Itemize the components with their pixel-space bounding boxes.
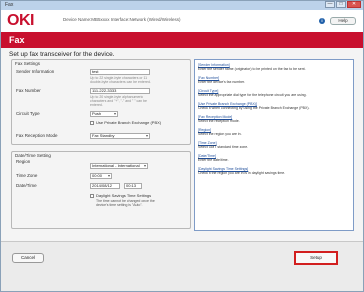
help-desc-region: Select the region you are in. — [198, 132, 242, 136]
help-item: [Fax Reception Mode] Select the receptio… — [198, 115, 352, 123]
cancel-button[interactable]: Cancel — [12, 253, 44, 263]
dst-label: Daylight Savings Time Settings — [96, 193, 152, 198]
reception-label: Fax Reception Mode — [16, 133, 58, 138]
fax-settings-legend: Fax Settings — [15, 61, 41, 66]
help-pane: [Sender Information] Enter the sender na… — [194, 59, 354, 231]
region-select[interactable]: International - International — [90, 163, 148, 169]
page-heading: Set up fax transceiver for the device. — [9, 51, 115, 58]
datetime-group: Date/Time Setting Region International -… — [11, 151, 191, 229]
window-title: Fax — [5, 2, 14, 8]
device-info: Device Name:MB5xxxx Interface:Network (W… — [63, 17, 181, 22]
brand-bar: OKI Device Name:MB5xxxx Interface:Networ… — [1, 10, 363, 32]
datetime-label: Date/Time — [16, 183, 37, 188]
region-label: Region — [16, 159, 31, 164]
help-item: [Region] Select the region you are in. — [198, 128, 352, 136]
oki-logo: OKI — [7, 12, 34, 29]
dst-note: The time cannot be changed once the devi… — [96, 199, 155, 207]
help-desc-reception: Select the reception mode. — [198, 119, 240, 123]
page-title-bar: Fax — [1, 32, 363, 48]
close-button[interactable]: ✕ — [347, 1, 361, 8]
info-icon[interactable]: i — [319, 18, 325, 24]
sender-label: Sender Information — [16, 69, 55, 74]
circuit-select[interactable]: Push — [90, 111, 118, 117]
fax-number-label: Fax Number — [16, 88, 41, 93]
settings-pane: Fax Settings Sender Information test Up … — [11, 59, 191, 231]
date-input[interactable]: 2014/08/12 — [90, 183, 120, 189]
help-desc-sender: Enter the sender name (originator) to be… — [198, 67, 306, 71]
button-bar: Cancel Setup — [1, 241, 363, 291]
fax-number-hint: Up to 20 single-byte alphanumeric charac… — [90, 95, 147, 107]
help-desc-datetime: Enter the date/time. — [198, 158, 229, 162]
title-bar: Fax — □ ✕ — [1, 1, 363, 10]
dst-checkbox[interactable] — [90, 193, 94, 198]
setup-button[interactable]: Setup — [294, 251, 338, 265]
maximize-button[interactable]: □ — [336, 1, 346, 8]
help-item: [Circuit Type] Select the appropriate di… — [198, 89, 352, 97]
sender-input[interactable]: test — [90, 69, 150, 75]
window-controls: — □ ✕ — [325, 1, 361, 10]
fax-number-input[interactable]: 111-222-3333 — [90, 88, 150, 94]
help-desc-circuit: Select the appropriate dial type for the… — [198, 93, 307, 97]
pbx-label: Use Private Branch Exchange (PBX) — [96, 120, 162, 125]
time-input[interactable]: 00:13 — [124, 183, 142, 189]
help-desc-fax-number: Enter the device's fax number. — [198, 80, 245, 84]
pbx-checkbox[interactable] — [90, 120, 94, 125]
reception-select[interactable]: Fax Standby — [90, 133, 150, 139]
help-item: [Sender Information] Enter the sender na… — [198, 63, 352, 71]
timezone-label: Time Zone — [16, 173, 38, 178]
help-item: [Use Private Branch Exchange (PBX)] Chec… — [198, 102, 352, 110]
circuit-label: Circuit Type — [16, 111, 40, 116]
help-button[interactable]: Help — [330, 17, 356, 25]
help-item: [Daylight Savings Time Settings] Check i… — [198, 167, 352, 175]
fax-settings-group: Fax Settings Sender Information test Up … — [11, 59, 191, 145]
dst-checkbox-row[interactable]: Daylight Savings Time Settings — [90, 193, 151, 198]
page-title: Fax — [9, 35, 25, 45]
help-desc-timezone: Select GMT standard time zone. — [198, 145, 249, 149]
help-item: [Time Zone] Select GMT standard time zon… — [198, 141, 352, 149]
timezone-select[interactable]: 00:00 — [90, 173, 112, 179]
help-item: [Fax Number] Enter the device's fax numb… — [198, 76, 352, 84]
sender-hint: Up to 22 single-byte characters or 11 do… — [90, 76, 151, 84]
help-item: [Date/Time] Enter the date/time. — [198, 154, 352, 162]
minimize-button[interactable]: — — [325, 1, 335, 8]
fax-setup-window: Fax — □ ✕ OKI Device Name:MB5xxxx Interf… — [0, 0, 364, 292]
help-desc-pbx: Check it when connecting by using the Pr… — [198, 106, 310, 110]
help-desc-dst: Check it the region you are in is in day… — [198, 171, 286, 175]
pbx-checkbox-row[interactable]: Use Private Branch Exchange (PBX) — [90, 120, 161, 125]
datetime-legend: Date/Time Setting — [15, 153, 51, 158]
